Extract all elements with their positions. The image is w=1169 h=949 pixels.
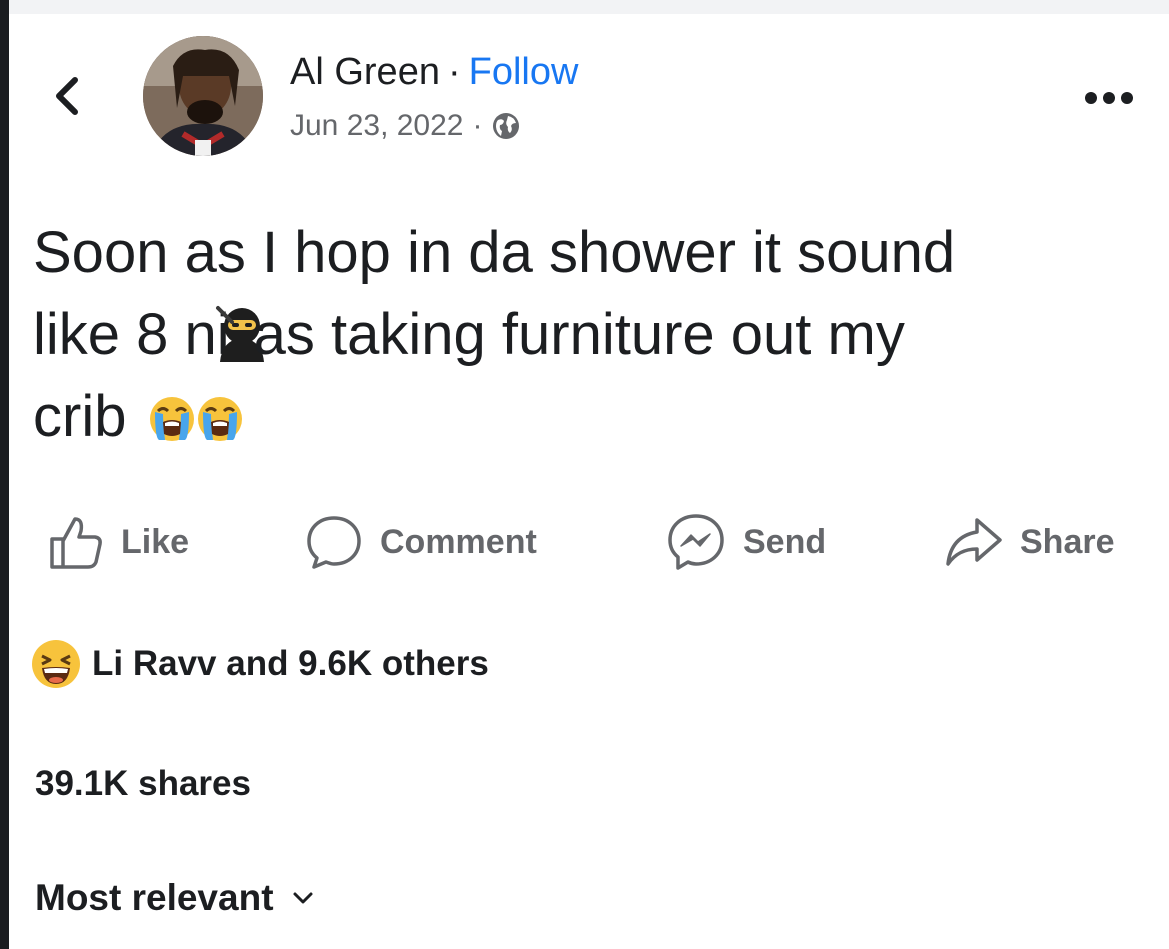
send-label: Send bbox=[743, 522, 827, 561]
window-edge bbox=[0, 0, 9, 949]
more-horizontal-icon bbox=[1085, 92, 1133, 104]
share-button[interactable]: Share bbox=[944, 512, 1115, 572]
post-date[interactable]: Jun 23, 2022 bbox=[290, 106, 463, 146]
follow-button[interactable]: Follow bbox=[469, 51, 579, 93]
like-button[interactable]: Like bbox=[47, 512, 189, 572]
share-count[interactable]: 39.1K shares bbox=[35, 764, 251, 804]
chevron-left-icon bbox=[56, 77, 78, 115]
post-text: Soon as I hop in da shower it sound like… bbox=[33, 212, 1133, 458]
chevron-down-icon bbox=[293, 892, 313, 904]
share-arrow-icon bbox=[946, 518, 1002, 566]
comment-bubble-icon bbox=[307, 516, 361, 569]
globe-icon bbox=[493, 113, 520, 139]
comment-label: Comment bbox=[380, 522, 537, 561]
avatar-photo bbox=[143, 36, 263, 156]
loudly-crying-face-emoji bbox=[197, 397, 242, 441]
loudly-crying-face-emoji bbox=[149, 397, 194, 441]
author-avatar[interactable] bbox=[143, 36, 263, 156]
post-line-2-end: as taking furniture out my bbox=[253, 302, 905, 367]
top-strip bbox=[9, 0, 1169, 14]
thumbs-up-icon bbox=[50, 517, 102, 569]
reaction-summary-text: Li Ravv and 9.6K others bbox=[92, 644, 489, 683]
haha-reaction-icon bbox=[32, 640, 80, 688]
post-line-3-text: crib bbox=[33, 384, 127, 449]
author-name[interactable]: Al Green bbox=[290, 51, 440, 93]
separator-dot: · bbox=[447, 51, 461, 93]
like-label: Like bbox=[121, 522, 190, 561]
comment-sort-dropdown[interactable]: Most relevant bbox=[35, 877, 314, 919]
messenger-icon bbox=[668, 514, 724, 570]
author-line: Al Green · Follow bbox=[290, 50, 578, 94]
action-bar: Like Comment Send Share bbox=[0, 512, 1169, 572]
post-line-3: crib bbox=[33, 376, 1133, 458]
send-button[interactable]: Send bbox=[665, 512, 826, 572]
post-line-2: like 8 ni as taking furniture out my bbox=[33, 294, 1133, 376]
reaction-summary[interactable]: Li Ravv and 9.6K others bbox=[30, 638, 489, 690]
post-meta: Jun 23, 2022 · bbox=[290, 106, 521, 146]
comment-button[interactable]: Comment bbox=[304, 512, 537, 572]
post-line-1: Soon as I hop in da shower it sound bbox=[33, 220, 956, 285]
post-line-2-start: like 8 ni bbox=[33, 302, 230, 367]
comment-sort-label: Most relevant bbox=[35, 877, 274, 918]
more-options-button[interactable] bbox=[1083, 88, 1135, 108]
share-label: Share bbox=[1020, 522, 1115, 561]
back-button[interactable] bbox=[48, 74, 88, 118]
separator-dot: · bbox=[472, 109, 483, 142]
